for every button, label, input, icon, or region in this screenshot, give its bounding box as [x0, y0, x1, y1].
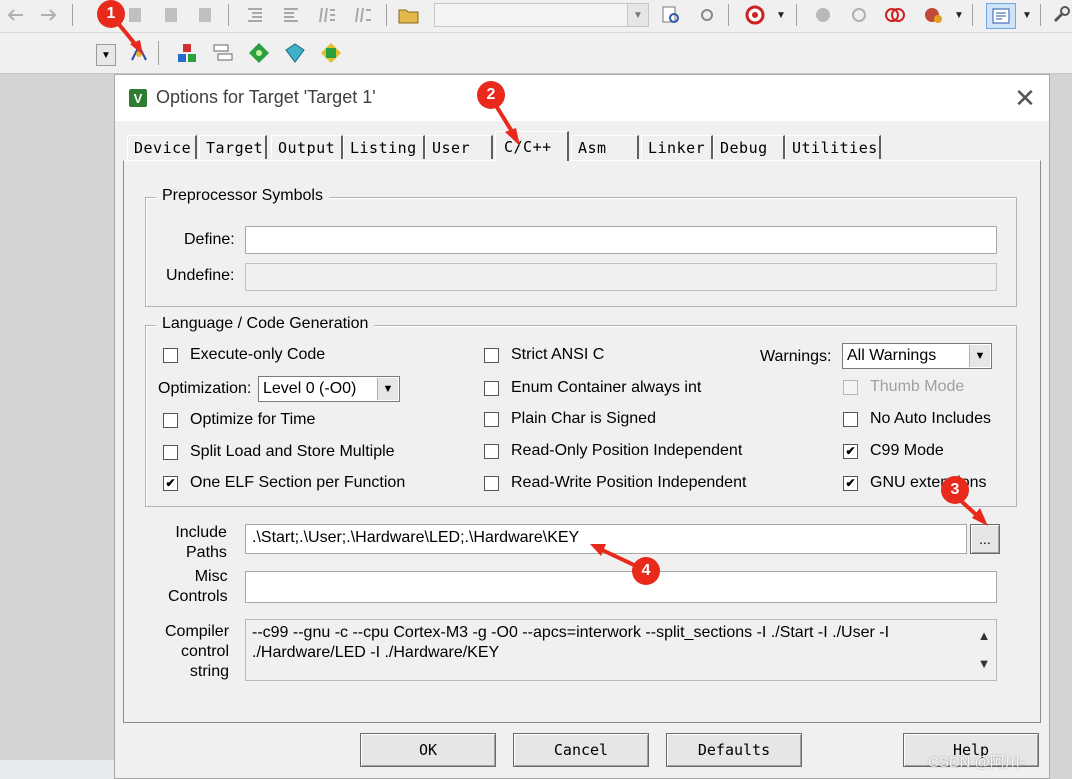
annotation-marker-1: 1: [97, 0, 125, 28]
annotation-marker-3: 3: [941, 476, 969, 504]
annotation-marker-4: 4: [632, 557, 660, 585]
watermark: CSDN @阿川-: [928, 754, 1025, 771]
annotation-arrowhead-2: [505, 128, 520, 146]
annotation-arrow-4: [597, 546, 637, 568]
annotation-marker-2: 2: [477, 81, 505, 109]
annotation-arrows: [115, 20, 988, 568]
